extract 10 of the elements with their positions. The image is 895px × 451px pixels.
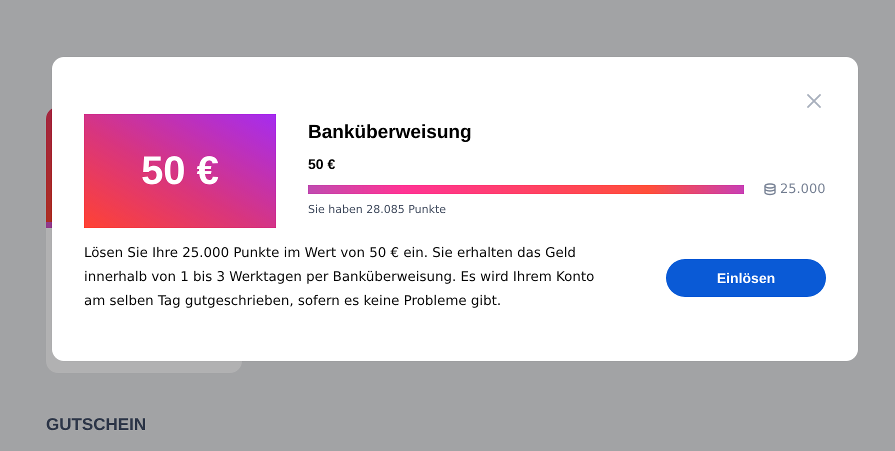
close-icon[interactable] [806,93,822,109]
redeem-button[interactable]: Einlösen [666,259,826,297]
section-heading: GUTSCHEIN [46,415,148,435]
description-text: Lösen Sie Ihre 25.000 Punkte im Wert von 50 € ein. Sie erhalten das Geld innerhalb von 1 bis 3 Werktagen per Banküberweisung. Es wird Ihrem Konto am selben Tag gutgeschrieben, sofern es keine Probleme gibt. [84,245,596,311]
dialog-title: Banküberweisung [308,122,473,144]
points-balance: Sie haben 28.085 Punkte [308,203,448,216]
voucher-value: 50 € [141,148,219,194]
coins-icon [764,183,776,196]
amount-label: 50 € [308,156,336,172]
points-cost: 25.000 [780,182,826,197]
